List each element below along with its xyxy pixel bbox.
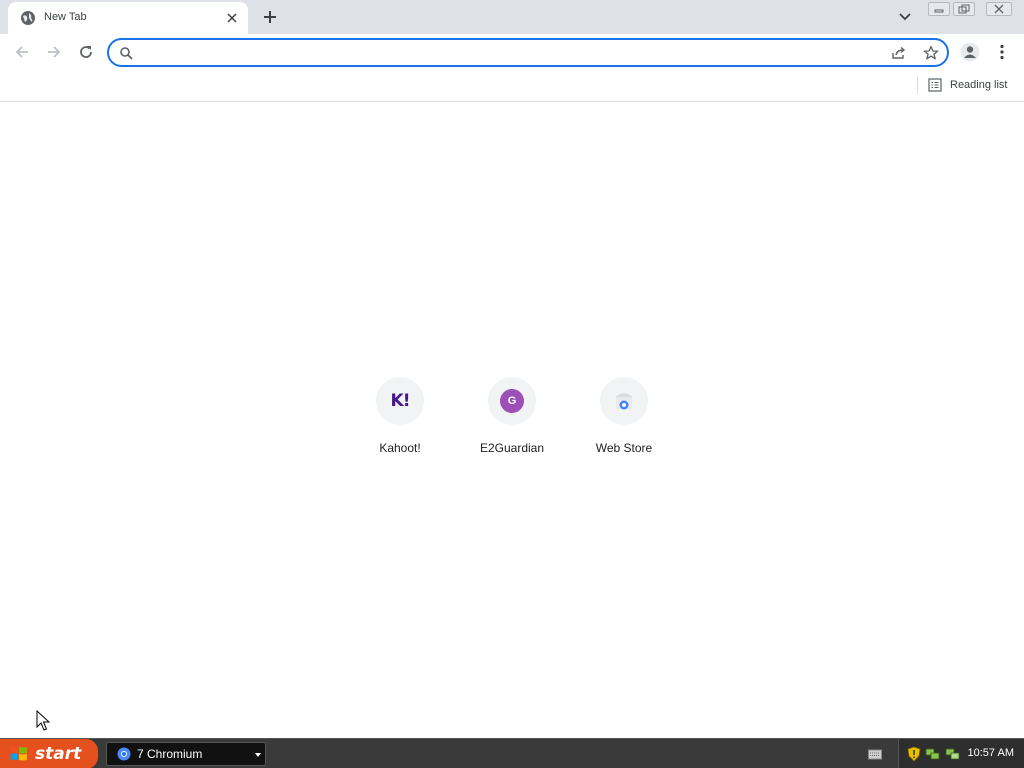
shortcut-e2guardian[interactable]: G E2Guardian	[456, 373, 568, 463]
bookmark-star-button[interactable]	[921, 44, 941, 62]
keyboard-icon[interactable]	[868, 748, 882, 760]
reading-list-icon	[928, 78, 942, 92]
avatar-icon	[960, 42, 980, 62]
windows-logo-icon	[11, 746, 27, 761]
bookmarks-divider	[917, 76, 918, 94]
dropdown-arrow-icon	[255, 753, 261, 757]
new-tab-button[interactable]	[258, 5, 282, 29]
clock: 10:57 AM	[967, 747, 1014, 759]
kebab-menu-icon	[1000, 44, 1004, 60]
close-icon	[994, 4, 1004, 14]
address-bar[interactable]	[107, 38, 949, 67]
kahoot-icon: K!	[390, 391, 411, 411]
mouse-pointer-icon	[36, 710, 50, 731]
web-store-icon	[615, 393, 633, 410]
taskbar: start 7 Chromium 10:57 AM	[0, 738, 1024, 768]
search-icon	[120, 47, 133, 60]
browser-toolbar	[0, 34, 1024, 70]
new-tab-page: K! Kahoot! G E2Guardian Web Store	[0, 103, 1024, 738]
back-arrow-icon	[15, 46, 28, 58]
shortcut-label: Web Store	[595, 441, 653, 455]
reload-button[interactable]	[74, 40, 98, 64]
start-button[interactable]: start	[0, 739, 98, 768]
network-icon[interactable]	[925, 747, 941, 761]
browser-menu-button[interactable]	[992, 40, 1012, 64]
shortcut-web-store[interactable]: Web Store	[568, 373, 680, 463]
globe-icon	[21, 11, 35, 25]
restore-window-button[interactable]	[953, 2, 975, 16]
system-tray: 10:57 AM	[898, 739, 1024, 768]
start-label: start	[35, 744, 82, 764]
close-tab-button[interactable]	[224, 10, 240, 26]
plus-icon	[264, 11, 276, 23]
minimize-icon	[934, 9, 944, 13]
profile-button[interactable]	[958, 40, 982, 64]
star-icon	[923, 45, 939, 60]
share-icon	[892, 46, 906, 59]
chevron-down-icon	[899, 13, 911, 21]
reload-icon	[80, 46, 92, 58]
share-button[interactable]	[889, 44, 909, 62]
shortcut-label: E2Guardian	[479, 441, 545, 455]
reading-list-button[interactable]: Reading list	[928, 75, 1007, 95]
shortcut-label: Kahoot!	[379, 441, 421, 455]
close-icon	[227, 13, 237, 23]
back-button[interactable]	[10, 40, 34, 64]
taskbar-item-label: 7 Chromium	[137, 747, 203, 761]
taskbar-item-chromium[interactable]: 7 Chromium	[106, 742, 266, 766]
minimize-window-button[interactable]	[928, 2, 950, 16]
shortcut-tile: G	[488, 377, 536, 425]
tab-strip: New Tab	[0, 0, 1024, 34]
shortcut-kahoot[interactable]: K! Kahoot!	[344, 373, 456, 463]
network-icon[interactable]	[945, 747, 961, 761]
chromium-icon	[117, 747, 131, 761]
e2guardian-icon: G	[500, 389, 524, 413]
restore-icon	[958, 4, 970, 14]
shortcut-tile: K!	[376, 377, 424, 425]
bookmarks-bar: Reading list	[0, 70, 1024, 102]
shield-icon[interactable]	[907, 746, 921, 762]
forward-button[interactable]	[42, 40, 66, 64]
address-input[interactable]	[141, 43, 881, 63]
tab-new-tab[interactable]: New Tab	[8, 2, 248, 34]
forward-arrow-icon	[48, 46, 61, 58]
tab-title: New Tab	[44, 11, 87, 23]
tab-search-button[interactable]	[894, 6, 916, 28]
close-window-button[interactable]	[986, 2, 1012, 16]
shortcut-tile	[600, 377, 648, 425]
reading-list-label: Reading list	[950, 79, 1008, 91]
